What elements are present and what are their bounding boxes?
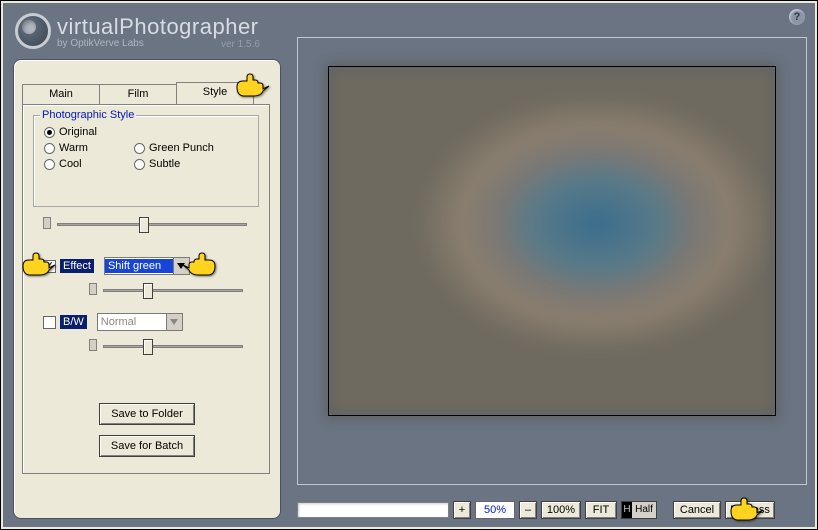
main-area: virtualPhotographer by OptikVerve Labs v…	[3, 3, 815, 527]
slider-min-icon	[89, 339, 97, 351]
tab-main[interactable]: Main	[22, 84, 100, 104]
controls-panel: Main Film Style Photographic Style Origi…	[13, 59, 281, 519]
radio-dot-icon	[134, 143, 145, 154]
radio-dot-icon	[134, 159, 145, 170]
radio-label: Cool	[59, 158, 82, 170]
bw-combo[interactable]: Normal	[97, 313, 183, 331]
slider-track	[57, 223, 247, 226]
slider-track	[103, 345, 243, 348]
tab-film[interactable]: Film	[99, 84, 177, 104]
slider-min-icon	[89, 283, 97, 295]
zoom-out-button[interactable]: –	[519, 501, 537, 519]
preview-frame	[297, 37, 807, 485]
app-title: virtualPhotographer	[57, 14, 259, 39]
radio-dot-icon	[44, 143, 55, 154]
app-window: virtualPhotographer by OptikVerve Labs v…	[0, 0, 818, 530]
radio-cool[interactable]: Cool	[44, 158, 134, 170]
zoom-fit-button[interactable]: FIT	[585, 501, 617, 519]
radio-warm[interactable]: Warm	[44, 142, 134, 154]
photographic-style-group: Photographic Style Original Warm Green P…	[33, 115, 259, 207]
zoom-value[interactable]: 50%	[475, 501, 515, 519]
version-label: ver 1.5.6	[221, 39, 260, 50]
bw-row: B/W Normal	[43, 313, 183, 331]
radio-label: Warm	[59, 142, 88, 154]
style-slider-1[interactable]	[43, 215, 253, 239]
slider-thumb[interactable]	[143, 339, 153, 355]
slider-min-icon	[43, 217, 51, 229]
save-to-folder-button[interactable]: Save to Folder	[99, 403, 195, 425]
bw-label: B/W	[60, 315, 87, 329]
zoom-in-button[interactable]: +	[453, 501, 471, 519]
effect-checkbox[interactable]	[43, 260, 56, 273]
effect-label: Effect	[60, 259, 94, 273]
half-toggle[interactable]: H Half	[621, 501, 657, 519]
save-for-batch-button[interactable]: Save for Batch	[99, 435, 195, 457]
half-h: H	[622, 502, 632, 518]
radio-label: Original	[59, 126, 97, 138]
slider-thumb[interactable]	[143, 283, 153, 299]
chevron-down-icon[interactable]	[166, 314, 182, 330]
half-label: Half	[632, 502, 656, 518]
radio-dot-icon	[44, 159, 55, 170]
slider-thumb[interactable]	[139, 217, 149, 233]
slider-track	[103, 289, 243, 292]
bw-value: Normal	[98, 315, 166, 329]
process-button[interactable]: Process	[725, 501, 775, 519]
cancel-button[interactable]: Cancel	[673, 501, 721, 519]
effect-slider[interactable]	[89, 281, 249, 305]
effect-combo[interactable]: Shift green	[104, 257, 190, 275]
group-legend: Photographic Style	[40, 109, 136, 121]
chevron-down-icon[interactable]	[173, 258, 189, 274]
radio-label: Subtle	[149, 158, 180, 170]
radio-original[interactable]: Original	[44, 126, 134, 138]
tab-style[interactable]: Style	[176, 82, 254, 104]
effect-row: Effect Shift green	[43, 257, 190, 275]
radio-green-punch[interactable]: Green Punch	[134, 142, 244, 154]
zoom-100-button[interactable]: 100%	[541, 501, 581, 519]
tab-row: Main Film Style	[22, 84, 253, 104]
preview-image	[328, 66, 776, 416]
tab-body-style: Photographic Style Original Warm Green P…	[22, 104, 270, 474]
radio-dot-icon	[44, 127, 55, 138]
effect-value: Shift green	[105, 259, 173, 273]
radio-subtle[interactable]: Subtle	[134, 158, 244, 170]
bw-checkbox[interactable]	[43, 316, 56, 329]
logo-icon	[15, 13, 51, 49]
radio-label: Green Punch	[149, 142, 214, 154]
bw-slider[interactable]	[89, 337, 249, 361]
bottom-toolbar: + 50% – 100% FIT H Half Cancel Process	[297, 499, 807, 521]
help-button[interactable]: ?	[789, 9, 805, 25]
progress-bar	[297, 502, 449, 518]
